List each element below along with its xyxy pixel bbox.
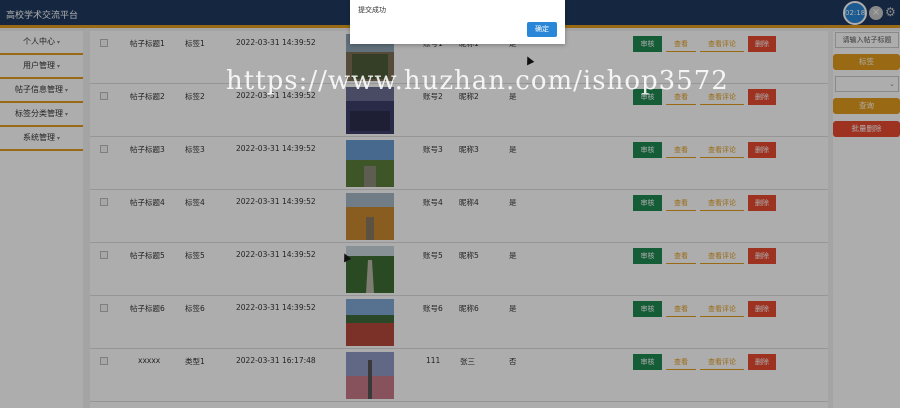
dialog-message: 提交成功 [358, 6, 386, 14]
modal-overlay [0, 0, 900, 408]
dialog-ok-button[interactable]: 确定 [527, 22, 557, 37]
success-dialog: 提交成功 确定 [350, 0, 565, 44]
watermark-text: https://www.huzhan.com/ishop3572 [226, 66, 729, 96]
